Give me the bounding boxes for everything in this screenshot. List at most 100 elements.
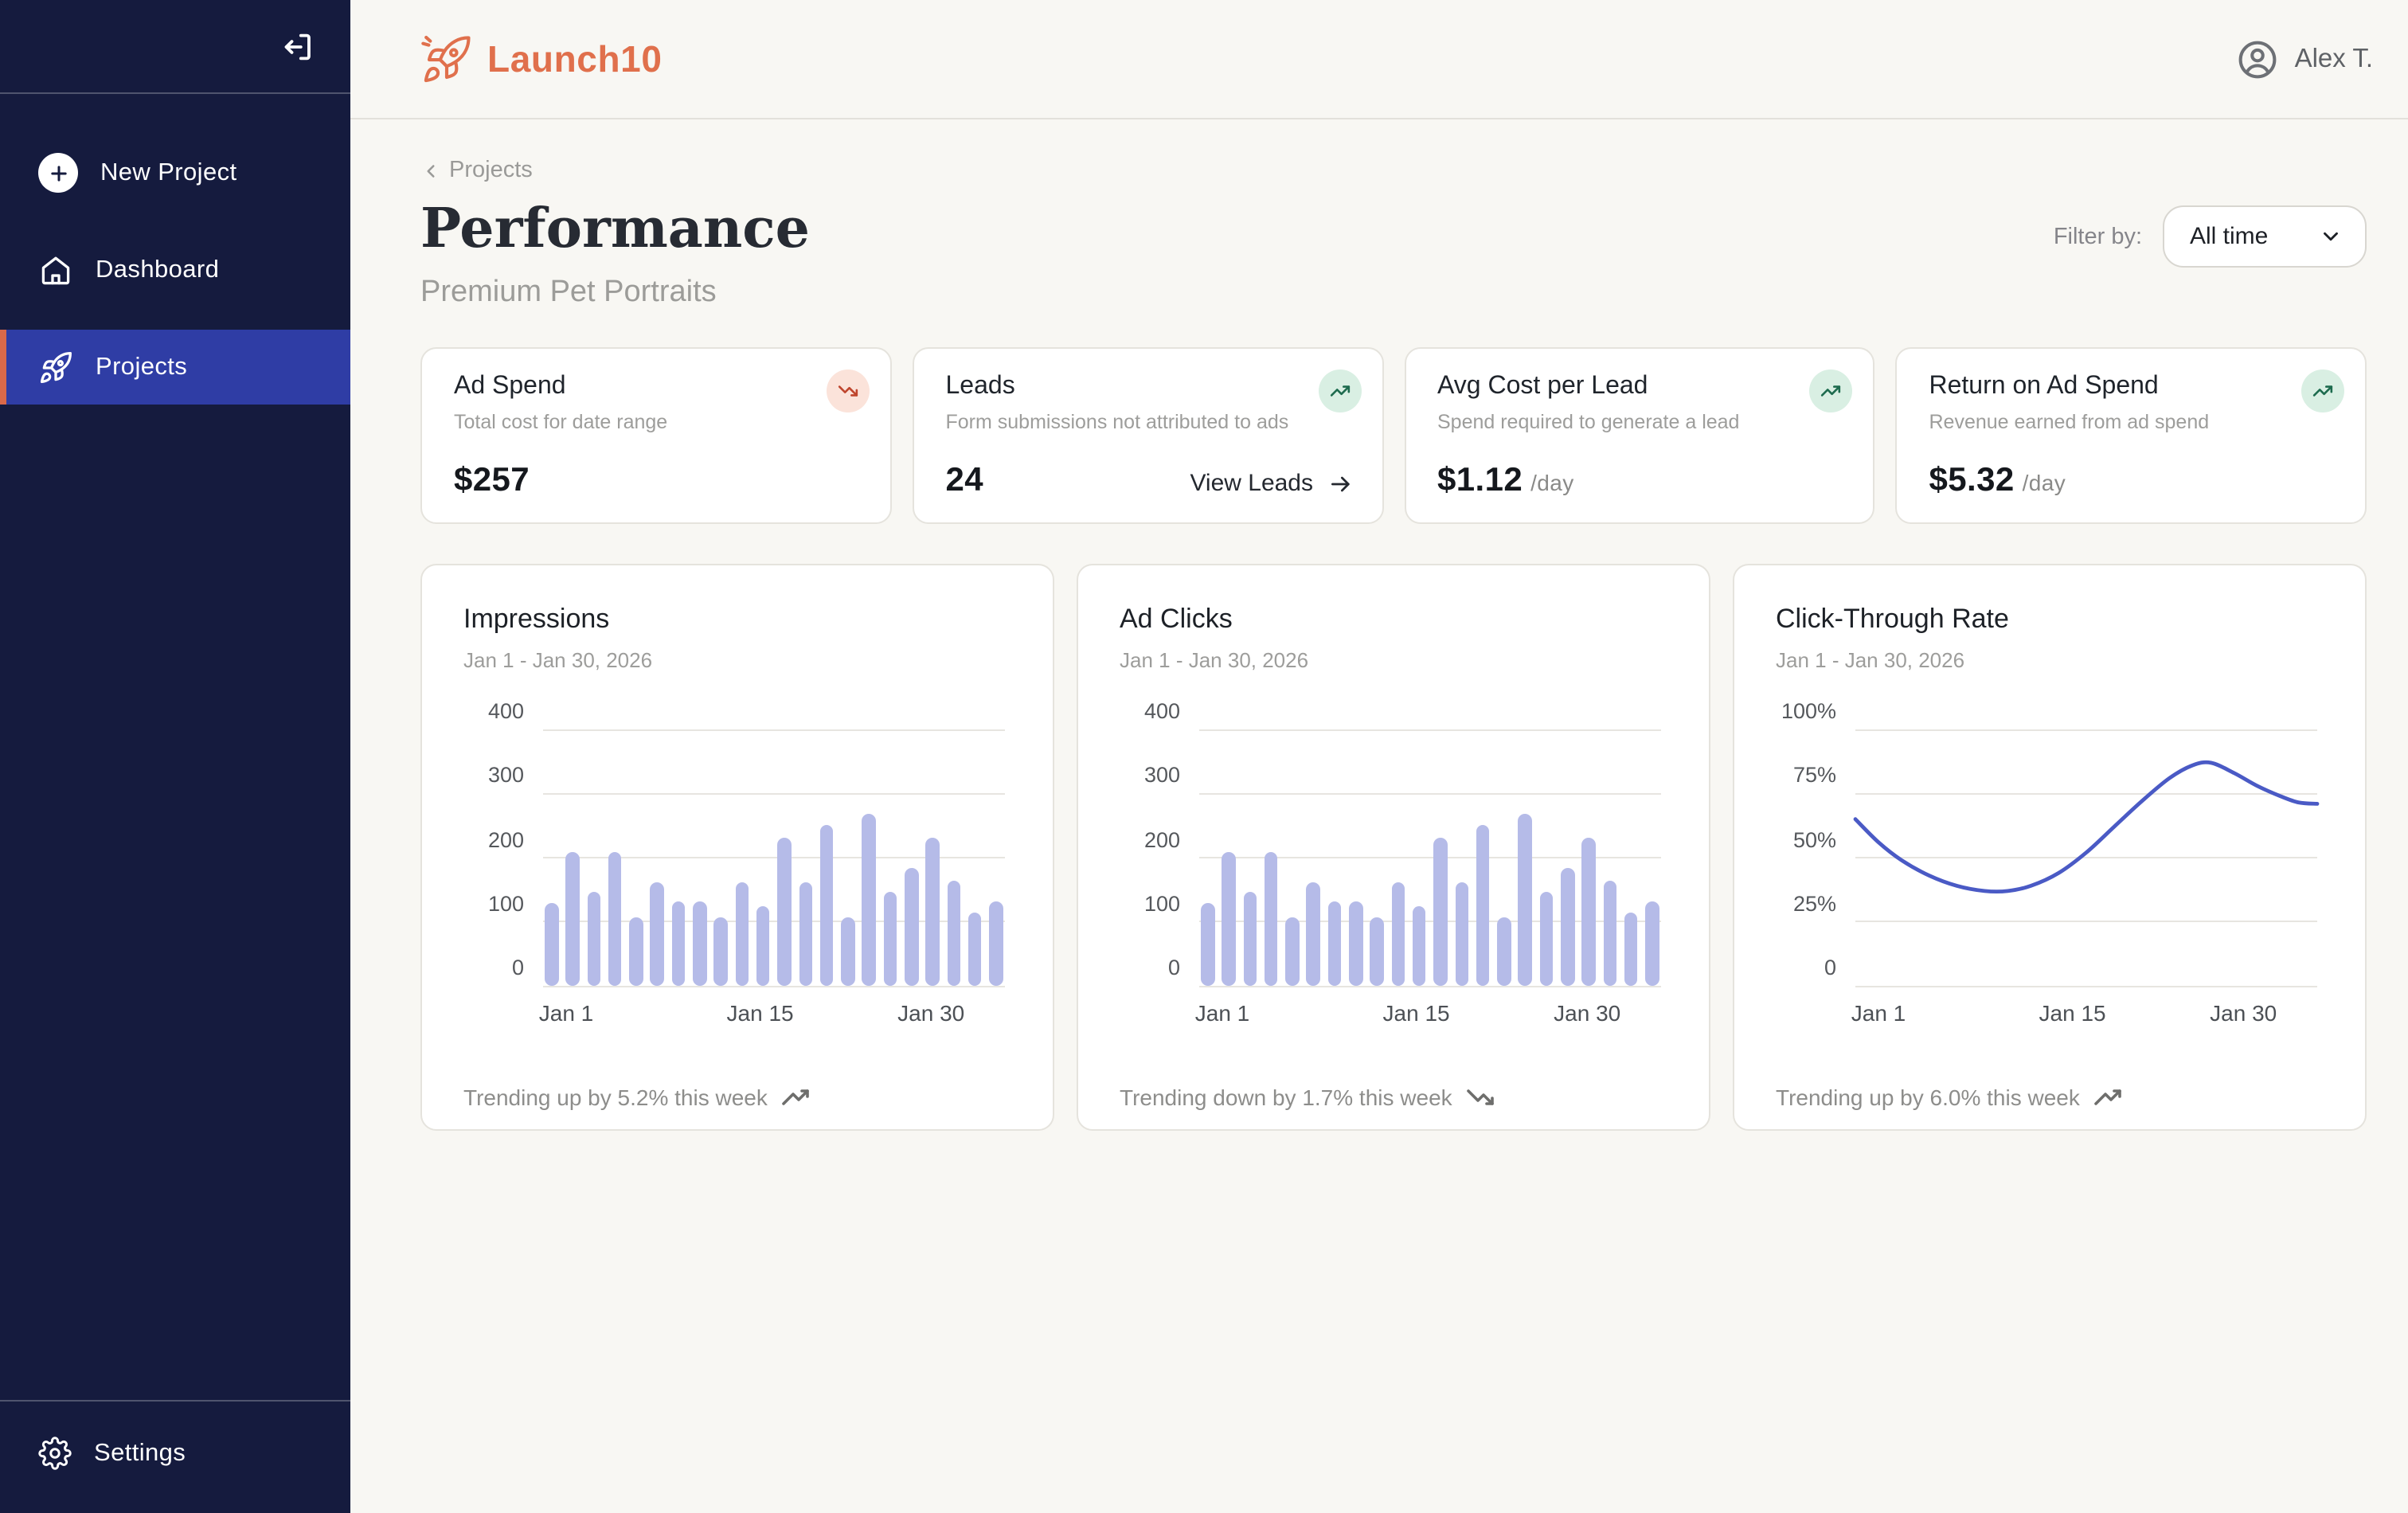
chart-trend-note: Trending down by 1.7% this week (1120, 1085, 1667, 1110)
x-axis-tick: Jan 1 (539, 1000, 594, 1026)
date-range-select[interactable]: All time (2163, 205, 2367, 268)
x-axis-tick: Jan 15 (727, 1000, 794, 1026)
bar (1222, 853, 1236, 986)
x-axis-tick: Jan 1 (1851, 1000, 1906, 1026)
y-axis-tick: 75% (1776, 762, 1836, 791)
chart-title: Ad Clicks (1120, 604, 1667, 635)
bar (1307, 882, 1320, 986)
bar-series (543, 729, 1005, 986)
ad-clicks-plot: 0100200300400Jan 1Jan 15Jan 30 (1199, 729, 1661, 986)
kpi-unit: /day (2023, 470, 2066, 495)
bar (1370, 917, 1384, 986)
ad-clicks-chart-card: Ad Clicks Jan 1 - Jan 30, 2026 010020030… (1077, 564, 1710, 1131)
x-axis-tick: Jan 30 (2210, 1000, 2277, 1026)
kpi-value-row: $257 (454, 462, 862, 500)
bar (799, 882, 812, 986)
sidebar-item-settings[interactable]: Settings (0, 1416, 350, 1491)
x-axis-tick: Jan 1 (1195, 1000, 1250, 1026)
bar (1455, 882, 1468, 986)
sidebar-nav: New Project Dashboard (0, 94, 350, 405)
y-axis-tick: 50% (1776, 826, 1836, 854)
kpi-card-ad-spend: Ad Spend Total cost for date range $257 (420, 347, 892, 524)
bar (1265, 853, 1278, 986)
kpi-description: Spend required to generate a lead (1437, 411, 1842, 433)
kpi-title: Ad Spend (454, 373, 858, 401)
chart-date-range: Jan 1 - Jan 30, 2026 (463, 648, 1011, 672)
kpi-value-row: $5.32/day (1929, 462, 2337, 500)
kpi-title: Avg Cost per Lead (1437, 373, 1842, 401)
y-axis-tick: 200 (463, 826, 524, 854)
bar (1624, 913, 1638, 987)
y-axis-tick: 100% (1776, 698, 1836, 726)
kpi-title: Return on Ad Spend (1929, 373, 2334, 401)
user-menu[interactable]: Alex T. (2236, 37, 2373, 80)
gear-icon (38, 1437, 72, 1470)
bar (756, 906, 770, 987)
trend-up-badge (1810, 369, 1853, 412)
bar (672, 901, 686, 986)
collapse-sidebar-button[interactable] (276, 25, 319, 68)
trending-up-icon (2312, 381, 2333, 401)
bar (1476, 826, 1490, 986)
charts-row: Impressions Jan 1 - Jan 30, 2026 0100200… (420, 564, 2367, 1131)
kpi-description: Total cost for date range (454, 411, 858, 433)
impressions-plot: 0100200300400Jan 1Jan 15Jan 30 (543, 729, 1005, 986)
sidebar-item-new-project[interactable]: New Project (0, 135, 350, 210)
kpi-description: Form submissions not attributed to ads (946, 411, 1351, 433)
chart-trend-note: Trending up by 5.2% this week (463, 1085, 1011, 1110)
sidebar-header (0, 0, 350, 94)
bar (1413, 906, 1426, 987)
bar (1519, 814, 1532, 986)
sidebar-item-dashboard[interactable]: Dashboard (0, 233, 350, 307)
kpi-value: $257 (454, 462, 530, 500)
chart-title: Click-Through Rate (1776, 604, 2324, 635)
bar (1434, 837, 1448, 986)
click-through-rate-plot: 025%50%75%100%Jan 1Jan 15Jan 30 (1855, 729, 2317, 986)
bar (862, 814, 876, 986)
chart-trend-note: Trending up by 6.0% this week (1776, 1085, 2324, 1110)
sidebar-item-projects[interactable]: Projects (0, 330, 350, 405)
trend-up-badge (2301, 369, 2344, 412)
bar (735, 882, 749, 986)
kpi-value: $1.12/day (1437, 462, 1574, 500)
bar (1285, 917, 1299, 986)
bar (629, 917, 643, 986)
breadcrumb[interactable]: Projects (420, 158, 533, 183)
x-axis-tick: Jan 30 (1554, 1000, 1620, 1026)
kpi-description: Revenue earned from ad spend (1929, 411, 2334, 433)
trending-down-icon (838, 381, 858, 401)
chart-date-range: Jan 1 - Jan 30, 2026 (1776, 648, 2324, 672)
kpi-title: Leads (946, 373, 1351, 401)
bar (1540, 892, 1554, 986)
line-series (1855, 729, 2317, 986)
bar (1497, 918, 1511, 986)
view-leads-link[interactable]: View Leads (1190, 470, 1353, 497)
title-row: Performance Premium Pet Portraits Filter… (420, 183, 2367, 311)
kpi-value-row: 24 View Leads (946, 462, 1354, 500)
page-title: Performance (420, 199, 810, 261)
trend-down-badge (827, 369, 870, 412)
y-axis-tick: 300 (463, 762, 524, 791)
y-axis-tick: 300 (1120, 762, 1180, 791)
y-axis-tick: 100 (463, 890, 524, 919)
app-logo: Launch10 (420, 33, 663, 85)
click-through-rate-chart-card: Click-Through Rate Jan 1 - Jan 30, 2026 … (1733, 564, 2367, 1131)
user-avatar-icon (2236, 37, 2279, 80)
bar (608, 853, 622, 986)
bar (1603, 881, 1616, 986)
x-axis-tick: Jan 15 (2039, 1000, 2106, 1026)
bar (1349, 901, 1362, 986)
bar (778, 837, 792, 986)
logout-icon (279, 28, 315, 65)
arrow-right-icon (1327, 471, 1353, 496)
chart-date-range: Jan 1 - Jan 30, 2026 (1120, 648, 1667, 672)
main-area: Launch10 Alex T. (350, 0, 2408, 1513)
top-bar: Launch10 Alex T. (350, 0, 2408, 119)
filter-label: Filter by: (2054, 224, 2142, 249)
kpi-card-return-on-ad-spend: Return on Ad Spend Revenue earned from a… (1896, 347, 2367, 524)
y-axis-tick: 100 (1120, 890, 1180, 919)
bar (693, 901, 706, 986)
trending-up-icon (1821, 381, 1842, 401)
home-icon (38, 252, 73, 287)
bar (1582, 837, 1596, 986)
